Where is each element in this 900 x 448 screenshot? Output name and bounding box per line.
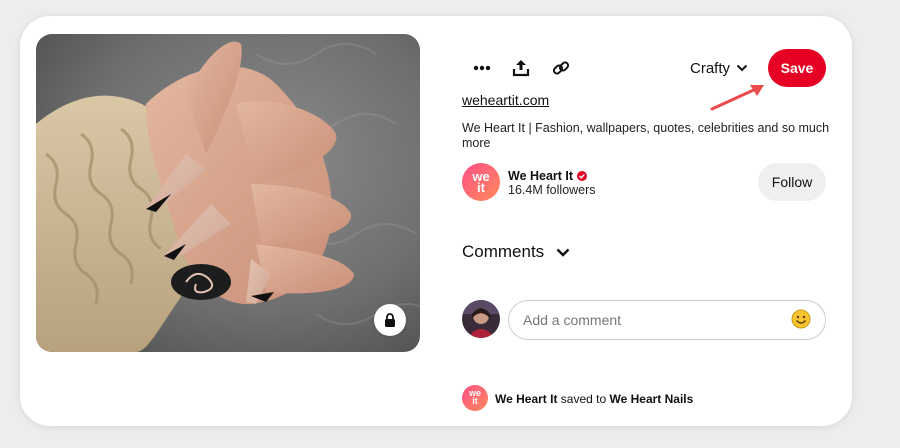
chevron-down-icon bbox=[556, 248, 570, 257]
user-photo bbox=[462, 300, 500, 338]
follower-count: 16.4M followers bbox=[508, 183, 596, 197]
copy-link-button[interactable] bbox=[543, 50, 579, 86]
lock-icon bbox=[385, 313, 395, 327]
source-link[interactable]: weheartit.com bbox=[462, 92, 549, 108]
more-options-button[interactable] bbox=[464, 50, 500, 86]
comments-heading: Comments bbox=[462, 242, 545, 261]
profile-name-row[interactable]: We Heart It bbox=[508, 169, 588, 183]
pin-photo bbox=[36, 34, 420, 352]
share-icon bbox=[512, 60, 530, 77]
link-icon bbox=[552, 61, 570, 75]
comments-toggle[interactable]: Comments bbox=[462, 242, 570, 262]
emoji-icon[interactable] bbox=[791, 309, 811, 329]
profile-avatar[interactable]: we it bbox=[462, 163, 500, 201]
lock-button[interactable] bbox=[374, 304, 406, 336]
board-selector[interactable]: Crafty bbox=[690, 56, 748, 80]
more-icon bbox=[473, 65, 491, 71]
saved-activity: We Heart It saved to We Heart Nails bbox=[495, 392, 693, 406]
avatar-text-it: it bbox=[477, 180, 485, 195]
comment-input[interactable] bbox=[508, 300, 826, 340]
annotation-arrow bbox=[710, 85, 764, 111]
verified-badge-icon bbox=[577, 171, 588, 181]
pin-description: We Heart It | Fashion, wallpapers, quote… bbox=[462, 121, 830, 150]
activity-avatar[interactable]: we it bbox=[462, 385, 488, 411]
avatar-text-it: it bbox=[472, 396, 478, 406]
pin-image[interactable] bbox=[36, 34, 420, 352]
save-button[interactable]: Save bbox=[768, 49, 826, 87]
board-selector-label: Crafty bbox=[690, 59, 731, 77]
activity-verb: saved to bbox=[557, 392, 610, 406]
follow-button[interactable]: Follow bbox=[758, 163, 826, 201]
share-button[interactable] bbox=[503, 50, 539, 86]
chevron-down-icon bbox=[736, 64, 748, 72]
profile-name: We Heart It bbox=[508, 169, 574, 183]
user-avatar[interactable] bbox=[462, 300, 500, 338]
activity-board[interactable]: We Heart Nails bbox=[610, 392, 694, 406]
activity-user[interactable]: We Heart It bbox=[495, 392, 557, 406]
